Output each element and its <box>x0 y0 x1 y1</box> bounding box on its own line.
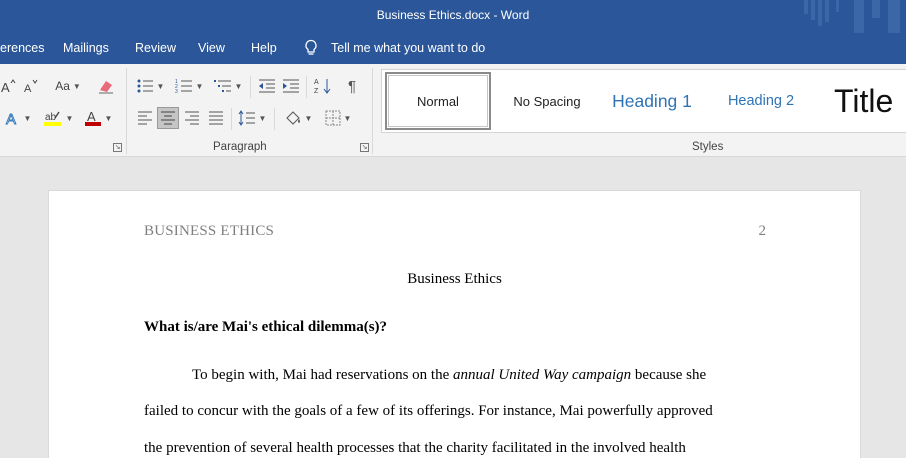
align-right-icon <box>185 111 199 125</box>
highlight-color-button[interactable]: ab ▼ <box>40 108 76 128</box>
style-no-spacing[interactable]: No Spacing <box>500 72 594 130</box>
styles-gallery: Normal No Spacing Heading 1 Heading 2 Ti… <box>381 69 906 133</box>
styles-group-label: Styles <box>692 141 724 153</box>
line-spacing-button[interactable]: ▼ <box>236 108 268 128</box>
lightbulb-icon[interactable] <box>303 39 319 57</box>
body-text: To begin with, Mai had reservations on t… <box>192 367 453 383</box>
grow-font-icon: A <box>1 79 16 94</box>
ribbon-tabs: erences Mailings Review View Help Tell m… <box>0 33 906 64</box>
borders-icon <box>325 110 341 126</box>
sort-button[interactable]: AZ <box>312 76 334 96</box>
text-effects-button[interactable]: A ▼ <box>2 108 34 128</box>
body-text: because she <box>631 367 707 383</box>
center-align-button[interactable] <box>157 107 179 129</box>
bullets-button[interactable]: ▼ <box>134 76 166 96</box>
svg-text:A: A <box>24 83 32 94</box>
justify-button[interactable] <box>205 108 227 128</box>
font-color-button[interactable]: A ▼ <box>80 108 116 128</box>
body-line: To begin with, Mai had reservations on t… <box>192 367 706 384</box>
separator <box>306 76 307 98</box>
decrease-indent-icon <box>259 79 275 93</box>
multilevel-list-button[interactable]: ▼ <box>212 76 244 96</box>
title-bar: Business Ethics.docx - Word <box>0 0 906 33</box>
shrink-font-icon: A <box>24 79 38 94</box>
align-left-button[interactable] <box>134 108 156 128</box>
body-text-italic: annual United Way campaign <box>452 367 632 383</box>
window-title: Business Ethics.docx - Word <box>376 8 530 22</box>
align-center-icon <box>161 111 175 125</box>
tab-view[interactable]: View <box>198 41 225 55</box>
numbering-button[interactable]: 1 2 3 ▼ <box>172 76 206 96</box>
svg-text:Z: Z <box>314 88 319 95</box>
svg-text:3: 3 <box>175 89 178 94</box>
font-color-icon: A <box>84 109 101 126</box>
svg-text:A: A <box>1 80 10 94</box>
section-heading: What is/are Mai's ethical dilemma(s)? <box>144 319 388 335</box>
increase-indent-button[interactable] <box>280 76 302 96</box>
svg-text:A: A <box>6 111 16 126</box>
paint-bucket-icon <box>285 111 300 125</box>
numbering-icon: 123 <box>175 79 192 94</box>
svg-text:A: A <box>314 79 319 86</box>
style-title[interactable]: Title <box>834 72 906 130</box>
sort-icon: AZ <box>314 79 331 95</box>
increase-indent-icon <box>283 79 299 93</box>
word-window: Business Ethics.docx - Word erences Mail… <box>0 0 906 458</box>
decrease-indent-button[interactable] <box>256 76 278 96</box>
bullets-icon <box>137 79 153 93</box>
highlighter-icon: ab <box>43 111 61 126</box>
body-line: failed to concur with the goals of a few… <box>144 403 713 419</box>
running-head: BUSINESS ETHICS <box>144 223 275 239</box>
page-number: 2 <box>758 223 767 239</box>
grow-font-button[interactable]: A <box>0 76 18 96</box>
pilcrow-icon: ¶ <box>347 77 357 95</box>
eraser-icon <box>99 81 113 94</box>
group-separator <box>126 68 127 154</box>
tab-mailings[interactable]: Mailings <box>63 41 109 55</box>
svg-text:A: A <box>87 109 96 124</box>
separator <box>274 108 275 130</box>
shading-button[interactable]: ▼ <box>280 108 316 128</box>
justify-icon <box>209 111 223 125</box>
change-case-label: Aa <box>55 79 70 93</box>
style-normal[interactable]: Normal <box>385 72 491 130</box>
ribbon: A A Aa ▼ A ▼ ab ▼ A ▼ ↘ ▼ 1 2 3 ▼ ▼ A Z … <box>0 64 906 157</box>
tab-help[interactable]: Help <box>251 41 277 55</box>
clear-formatting-button[interactable] <box>96 76 116 96</box>
paragraph-dialog-launcher[interactable]: ↘ <box>360 143 369 152</box>
paragraph-group-label: Paragraph <box>213 141 267 153</box>
tab-references[interactable]: erences <box>0 41 44 55</box>
align-right-button[interactable] <box>181 108 203 128</box>
separator <box>250 76 251 98</box>
change-case-button[interactable]: Aa ▼ <box>52 76 84 96</box>
borders-button[interactable]: ▼ <box>320 108 356 128</box>
text-effects-icon: A <box>5 111 16 126</box>
tell-me-search[interactable]: Tell me what you want to do <box>331 41 485 55</box>
separator <box>231 108 232 130</box>
tab-review[interactable]: Review <box>135 41 176 55</box>
body-line: the prevention of several health process… <box>144 440 686 456</box>
group-separator <box>372 68 373 154</box>
title-bar-pattern <box>804 0 900 33</box>
document-page[interactable]: BUSINESS ETHICS 2 Business Ethics What i… <box>48 190 861 458</box>
multilevel-list-icon <box>213 80 231 92</box>
shrink-font-button[interactable]: A <box>22 76 40 96</box>
style-heading-2[interactable]: Heading 2 <box>720 72 802 130</box>
style-heading-1[interactable]: Heading 1 <box>606 72 698 130</box>
show-formatting-marks-button[interactable]: ¶ <box>340 76 364 96</box>
align-left-icon <box>138 111 152 125</box>
line-spacing-icon <box>238 110 255 126</box>
font-dialog-launcher[interactable]: ↘ <box>113 143 122 152</box>
document-title: Business Ethics <box>407 271 502 287</box>
